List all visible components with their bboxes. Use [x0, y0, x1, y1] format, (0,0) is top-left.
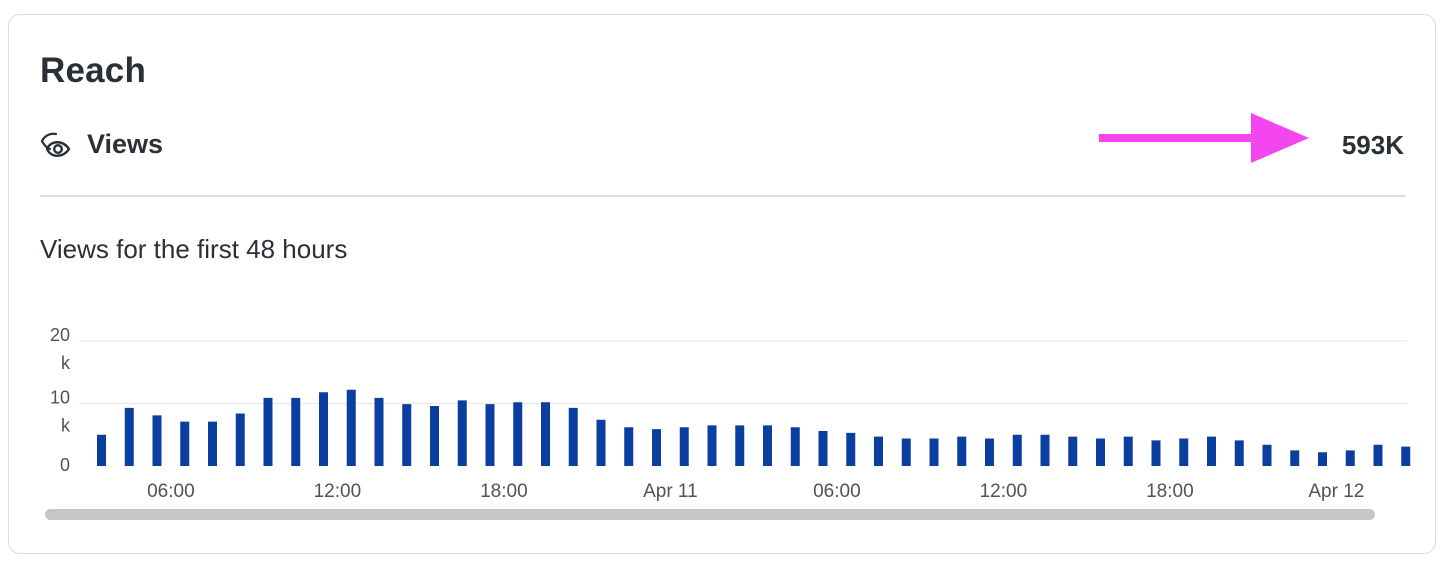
x-tick-label: 18:00 [1146, 481, 1194, 502]
chart-bar[interactable] [1207, 436, 1216, 466]
chart-scrollbar[interactable] [45, 509, 1375, 520]
x-tick-label: Apr 11 [643, 481, 698, 502]
y-tick-label: 0 [60, 455, 70, 475]
chart-bar[interactable] [457, 400, 467, 466]
chart-bar[interactable] [985, 438, 994, 467]
chart-bar[interactable] [818, 431, 828, 466]
chart-bar[interactable] [1373, 444, 1383, 466]
x-tick-label: 12:00 [980, 481, 1028, 502]
chart-bar[interactable] [1345, 450, 1355, 466]
chart-bar[interactable] [124, 407, 134, 466]
y-tick-label: 20 k [50, 325, 71, 373]
chart-bar[interactable] [790, 427, 800, 466]
chart-bar[interactable] [1151, 440, 1161, 466]
chart-bar[interactable] [402, 404, 412, 466]
x-tick-label: 12:00 [314, 481, 362, 502]
chart-bar[interactable] [707, 425, 717, 466]
chart-bar[interactable] [430, 406, 439, 466]
chart-bar[interactable] [319, 392, 328, 466]
chart-bar[interactable] [235, 413, 245, 467]
chart-bar[interactable] [568, 407, 578, 466]
chart-bar[interactable] [180, 421, 190, 466]
chart-bar[interactable] [513, 402, 523, 466]
chart-bar[interactable] [1012, 434, 1022, 466]
chart-bar[interactable] [1040, 434, 1050, 466]
chart-bar[interactable] [1318, 452, 1327, 466]
chart-bar[interactable] [846, 432, 856, 466]
chart-bar[interactable] [901, 438, 911, 467]
chart-bar[interactable] [1123, 436, 1133, 466]
chart-bar[interactable] [874, 436, 883, 466]
views-bar-chart: 0 10 k 20 k 06:00 12:00 18:00 Apr 11 06:00 12:00 18… [50, 325, 1411, 502]
chart-bar[interactable] [929, 438, 939, 467]
chart-bar[interactable] [763, 425, 772, 466]
chart-bar[interactable] [208, 421, 217, 466]
chart-bar[interactable] [1401, 446, 1411, 466]
chart-bar[interactable] [735, 425, 745, 466]
x-tick-label: Apr 12 [1308, 481, 1364, 502]
x-tick-label: 06:00 [813, 481, 861, 502]
chart-bar[interactable] [1096, 438, 1105, 467]
chart-bar[interactable] [1290, 450, 1300, 466]
chart-bar[interactable] [263, 397, 273, 466]
chart-bar[interactable] [957, 436, 967, 466]
chart-bar[interactable] [1068, 436, 1078, 466]
chart-bar[interactable] [1262, 444, 1272, 466]
reach-card: Reach Views 593K Views for the first 48 … [8, 14, 1436, 554]
chart-bar[interactable] [1234, 440, 1244, 466]
chart-bar[interactable] [346, 389, 356, 466]
x-tick-label: 18:00 [480, 481, 528, 502]
chart-bar[interactable] [152, 415, 162, 466]
chart-bar[interactable] [291, 397, 301, 466]
chart-bar[interactable] [97, 434, 106, 466]
chart-bar[interactable] [679, 427, 689, 466]
x-tick-label: 06:00 [147, 481, 195, 502]
scrollbar-thumb[interactable] [45, 509, 1375, 520]
chart-bar[interactable] [374, 397, 384, 466]
chart-bar[interactable] [1179, 438, 1189, 467]
y-tick-label: 10 k [50, 388, 71, 436]
chart-bar[interactable] [596, 419, 606, 466]
chart-bar[interactable] [485, 404, 495, 466]
chart-bar[interactable] [541, 402, 550, 466]
chart-bar[interactable] [624, 427, 634, 466]
chart-bar[interactable] [652, 429, 661, 466]
